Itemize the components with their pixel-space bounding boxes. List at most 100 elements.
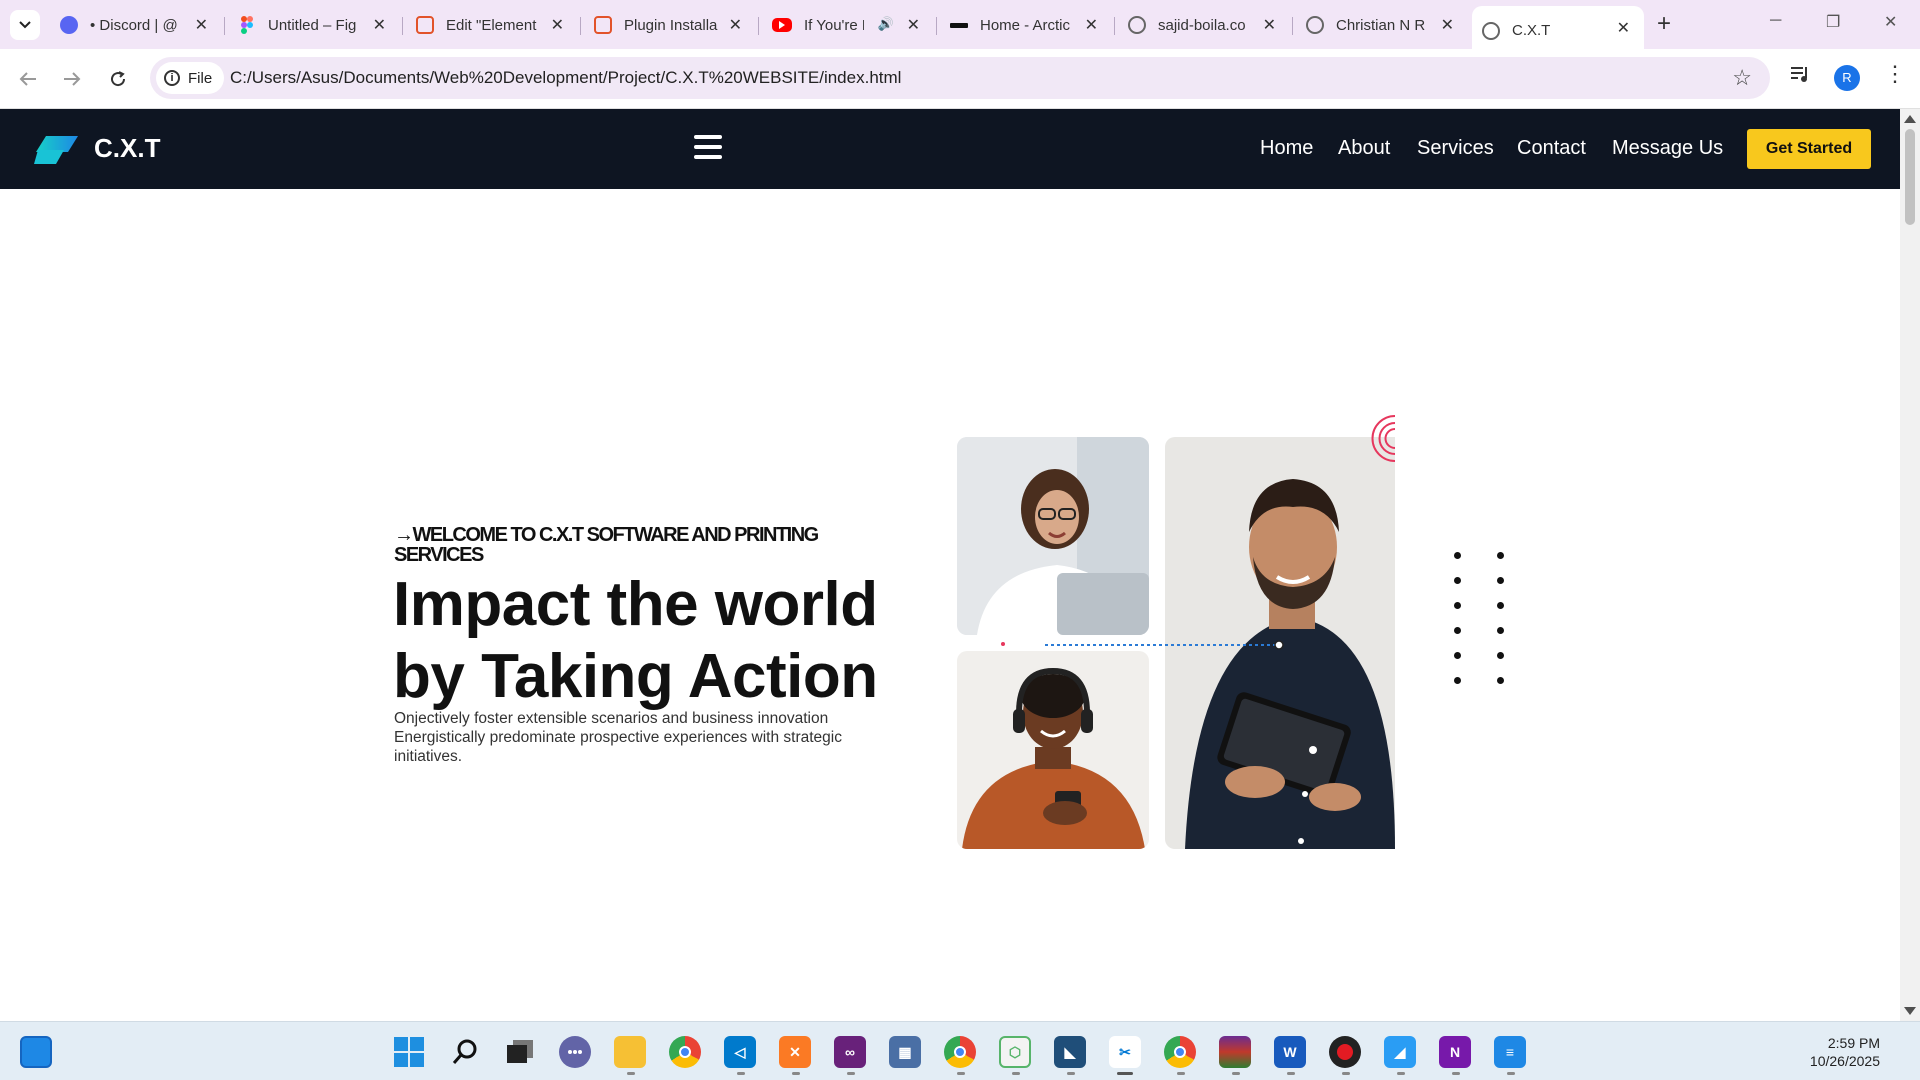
tab-elementor[interactable]: Edit "Element ✕ bbox=[406, 9, 578, 41]
figma-icon bbox=[238, 16, 256, 34]
tab-title: sajid-boila.co bbox=[1158, 16, 1246, 34]
elementor-icon bbox=[416, 16, 434, 34]
photos-icon[interactable]: ◢ bbox=[1384, 1036, 1416, 1068]
reload-button[interactable] bbox=[104, 65, 132, 93]
site-navbar: C.X.T Home About Services Contact Messag… bbox=[0, 109, 1900, 189]
close-icon[interactable]: ✕ bbox=[195, 15, 208, 35]
avatar: R bbox=[1834, 65, 1860, 91]
address-bar[interactable]: i File C:/Users/Asus/Documents/Web%20Dev… bbox=[150, 57, 1770, 99]
tab-cxt-active[interactable]: C.X.T ✕ bbox=[1472, 6, 1644, 49]
brand-name[interactable]: C.X.T bbox=[94, 133, 160, 164]
search-icon[interactable] bbox=[449, 1036, 481, 1068]
nav-link-message-us[interactable]: Message Us bbox=[1612, 137, 1723, 160]
tab-title: Christian N R bbox=[1336, 16, 1426, 34]
tab-title: • Discord | @ bbox=[90, 16, 178, 34]
globe-icon bbox=[1306, 16, 1324, 34]
tab-arctic[interactable]: Home - Arctic ✕ bbox=[940, 9, 1112, 41]
scroll-thumb[interactable] bbox=[1905, 129, 1915, 225]
onenote-icon[interactable]: N bbox=[1439, 1036, 1471, 1068]
speaker-icon[interactable]: 🔊 bbox=[878, 16, 894, 32]
chip-label: File bbox=[188, 69, 213, 87]
close-icon[interactable]: ✕ bbox=[1441, 15, 1454, 35]
xampp-icon bbox=[594, 16, 612, 34]
kebab-menu-icon[interactable]: ⋮ bbox=[1884, 61, 1906, 87]
file-explorer-icon[interactable] bbox=[614, 1036, 646, 1068]
word-icon[interactable]: W bbox=[1274, 1036, 1306, 1068]
task-view-icon[interactable] bbox=[504, 1036, 536, 1068]
tab-title: Edit "Element bbox=[446, 16, 537, 34]
close-icon[interactable]: ✕ bbox=[907, 15, 920, 35]
tab-discord[interactable]: • Discord | @ ✕ bbox=[50, 9, 222, 41]
tab-sajid-boila[interactable]: sajid-boila.co ✕ bbox=[1118, 9, 1290, 41]
scroll-down-arrow-icon[interactable] bbox=[1904, 1007, 1916, 1015]
tab-figma[interactable]: Untitled – Fig ✕ bbox=[228, 9, 400, 41]
info-icon: i bbox=[164, 70, 180, 86]
system-clock[interactable]: 2:59 PM 10/26/2025 bbox=[1810, 1034, 1880, 1070]
back-button[interactable] bbox=[14, 65, 42, 93]
teams-chat-icon[interactable] bbox=[559, 1036, 591, 1068]
start-icon[interactable] bbox=[393, 1036, 425, 1068]
windows-taskbar: ◁ ✕ ∞ ▦ ⬡ ◣ ✂ W ◢ N ≡ 2:59 PM 10/26/2025 bbox=[0, 1021, 1920, 1080]
restore-button[interactable]: ❐ bbox=[1826, 12, 1840, 32]
vscode-icon[interactable]: ◁ bbox=[724, 1036, 756, 1068]
hero-kicker: →WELCOME TO C.X.T SOFTWARE AND PRINTING … bbox=[394, 524, 819, 566]
tab-title: If You're N bbox=[804, 16, 864, 34]
nav-link-contact[interactable]: Contact bbox=[1517, 137, 1586, 160]
app-cube-icon[interactable]: ⬡ bbox=[999, 1036, 1031, 1068]
calculator-icon[interactable]: ▦ bbox=[889, 1036, 921, 1068]
dot-grid-decoration bbox=[1454, 552, 1514, 688]
tab-title: Plugin Installa bbox=[624, 16, 718, 34]
hamburger-menu-icon[interactable] bbox=[694, 135, 722, 159]
chrome-profile-icon[interactable] bbox=[944, 1036, 976, 1068]
tab-title: C.X.T bbox=[1512, 22, 1551, 39]
tab-youtube[interactable]: If You're N 🔊 ✕ bbox=[762, 9, 934, 41]
close-window-button[interactable]: ✕ bbox=[1884, 12, 1897, 32]
tab-title: Home - Arctic bbox=[980, 16, 1071, 34]
close-icon[interactable]: ✕ bbox=[551, 15, 564, 35]
chevron-down-icon bbox=[19, 21, 31, 29]
scroll-up-arrow-icon[interactable] bbox=[1904, 115, 1916, 123]
notepad-icon[interactable]: ≡ bbox=[1494, 1036, 1526, 1068]
cxt-logo-icon[interactable] bbox=[34, 136, 78, 169]
page-viewport: C.X.T Home About Services Contact Messag… bbox=[0, 109, 1900, 1021]
hero-description: Onjectively foster extensible scenarios … bbox=[394, 710, 842, 765]
new-tab-button[interactable]: + bbox=[1650, 10, 1678, 40]
widgets-icon[interactable] bbox=[20, 1036, 52, 1068]
site-info-chip[interactable]: i File bbox=[156, 62, 224, 94]
close-icon[interactable]: ✕ bbox=[1617, 18, 1630, 38]
browser-toolbar: i File C:/Users/Asus/Documents/Web%20Dev… bbox=[0, 49, 1920, 109]
hero-title-line: by Taking Action bbox=[393, 642, 878, 711]
mysql-workbench-icon[interactable]: ◣ bbox=[1054, 1036, 1086, 1068]
recorder-icon[interactable] bbox=[1329, 1036, 1361, 1068]
tab-christian[interactable]: Christian N R ✕ bbox=[1296, 9, 1468, 41]
snipping-tool-icon[interactable]: ✂ bbox=[1109, 1036, 1141, 1068]
winrar-icon[interactable] bbox=[1219, 1036, 1251, 1068]
close-icon[interactable]: ✕ bbox=[1085, 15, 1098, 35]
browser-tab-strip: • Discord | @ ✕ Untitled – Fig ✕ Edit "E… bbox=[0, 0, 1920, 49]
xampp-icon[interactable]: ✕ bbox=[779, 1036, 811, 1068]
media-control-icon[interactable] bbox=[1790, 65, 1810, 88]
minimize-button[interactable]: ─ bbox=[1770, 12, 1781, 30]
discord-icon bbox=[60, 16, 78, 34]
nav-link-services[interactable]: Services bbox=[1417, 137, 1494, 160]
get-started-button[interactable]: Get Started bbox=[1747, 129, 1871, 169]
url-text[interactable]: C:/Users/Asus/Documents/Web%20Developmen… bbox=[230, 68, 901, 88]
visual-studio-icon[interactable]: ∞ bbox=[834, 1036, 866, 1068]
tab-search-button[interactable] bbox=[10, 10, 40, 40]
arrow-right-icon bbox=[64, 72, 81, 86]
close-icon[interactable]: ✕ bbox=[729, 15, 742, 35]
nav-link-home[interactable]: Home bbox=[1260, 137, 1313, 160]
decorative-lines bbox=[1001, 415, 1396, 650]
bookmark-star-icon[interactable]: ☆ bbox=[1732, 65, 1752, 91]
close-icon[interactable]: ✕ bbox=[373, 15, 386, 35]
page-scrollbar[interactable] bbox=[1900, 109, 1920, 1021]
forward-button[interactable] bbox=[58, 65, 86, 93]
close-icon[interactable]: ✕ bbox=[1263, 15, 1276, 35]
nav-link-about[interactable]: About bbox=[1338, 137, 1390, 160]
chrome-alt-icon[interactable] bbox=[1164, 1036, 1196, 1068]
hero-title: Impact the world by Taking Action bbox=[393, 569, 913, 713]
chrome-icon[interactable] bbox=[669, 1036, 701, 1068]
profile-button[interactable]: R bbox=[1834, 65, 1860, 91]
reload-icon bbox=[111, 71, 126, 87]
tab-plugin-install[interactable]: Plugin Installa ✕ bbox=[584, 9, 756, 41]
